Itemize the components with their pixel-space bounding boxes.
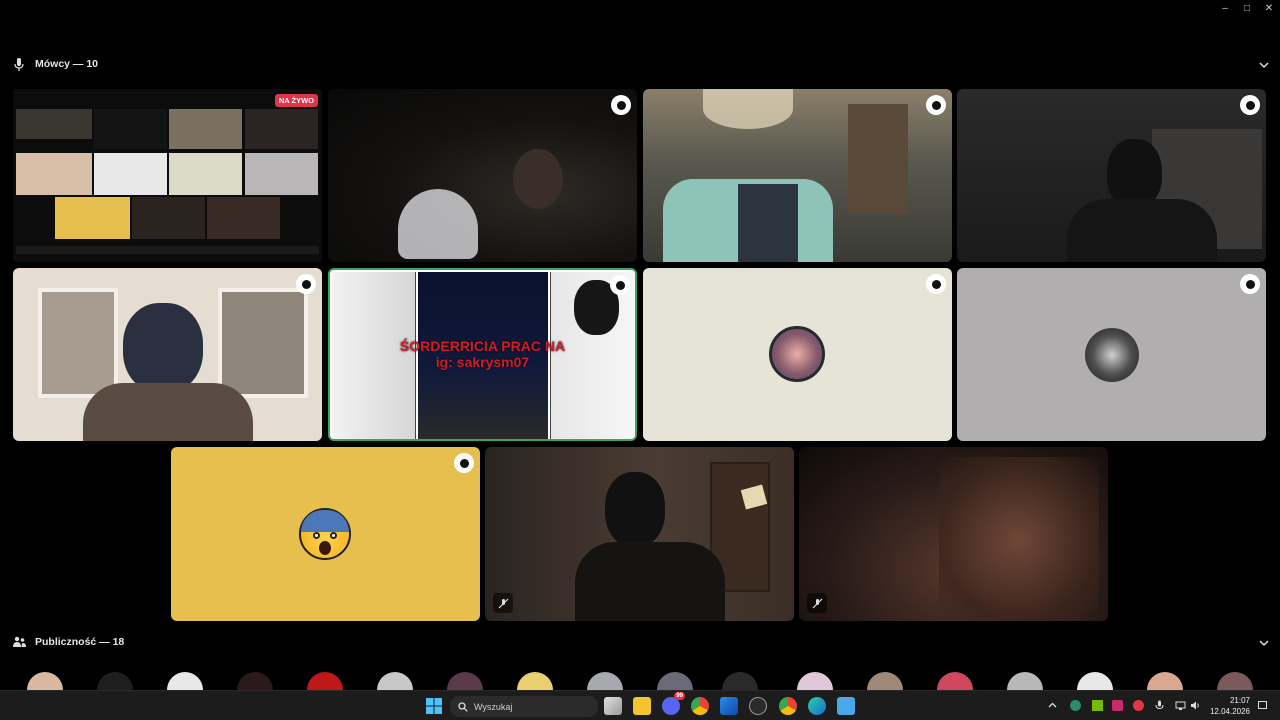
avatar[interactable]	[447, 672, 483, 690]
volume-icon[interactable]	[1190, 700, 1201, 711]
screaming-face-icon	[299, 508, 351, 560]
avatar[interactable]	[377, 672, 413, 690]
avatar[interactable]	[167, 672, 203, 690]
video-tile[interactable]	[957, 89, 1266, 262]
video-tile[interactable]	[328, 89, 637, 262]
video-tile[interactable]	[485, 447, 794, 621]
minimize-button[interactable]: –	[1214, 0, 1236, 16]
taskbar: 99 21:07 12.04.2026	[0, 690, 1280, 720]
avatar[interactable]	[587, 672, 623, 690]
steam-icon[interactable]	[749, 697, 767, 715]
avatar[interactable]	[1007, 672, 1043, 690]
shield-icon	[454, 453, 474, 473]
notification-icon[interactable]	[1257, 700, 1268, 711]
shield-icon	[611, 95, 631, 115]
avatar[interactable]	[1147, 672, 1183, 690]
shield-icon	[296, 274, 316, 294]
avatar[interactable]	[797, 672, 833, 690]
mic-muted-icon	[807, 593, 827, 613]
audience-count-label: Publiczność — 18	[35, 636, 125, 648]
clock-time: 21:07	[1229, 696, 1250, 705]
discord-icon[interactable]: 99	[662, 692, 685, 715]
network-icon[interactable]	[1175, 700, 1186, 711]
discord-notification-badge: 99	[674, 692, 685, 700]
avatar[interactable]	[517, 672, 553, 690]
video-tile[interactable]	[643, 89, 952, 262]
avatar[interactable]	[307, 672, 343, 690]
task-view-icon[interactable]	[604, 697, 622, 715]
chrome-profile-icon[interactable]	[779, 697, 797, 715]
audience-section-header[interactable]: Publiczność — 18	[0, 629, 1280, 655]
avatar[interactable]	[237, 672, 273, 690]
stream-tile[interactable]: NA ŻYWO	[13, 89, 322, 262]
tray-app-icon[interactable]	[1133, 700, 1144, 711]
avatar-tile[interactable]	[643, 268, 952, 441]
file-explorer-icon[interactable]	[633, 697, 651, 715]
video-tile[interactable]	[799, 447, 1108, 621]
shield-icon	[926, 274, 946, 294]
chevron-down-icon[interactable]	[1258, 636, 1270, 648]
avatar[interactable]	[27, 672, 63, 690]
audience-icon	[12, 635, 26, 649]
chrome-icon[interactable]	[691, 697, 709, 715]
shield-icon	[1240, 95, 1260, 115]
avatar-tile[interactable]	[171, 447, 480, 621]
close-button[interactable]: ✕	[1258, 0, 1280, 16]
overlay-caption-line1: ŚORDERRICIA PRAC NA	[399, 338, 566, 354]
taskbar-clock[interactable]: 21:07 12.04.2026	[1210, 695, 1250, 717]
clock-date: 12.04.2026	[1209, 707, 1250, 716]
live-badge: NA ŻYWO	[274, 94, 318, 107]
window-controls: – □ ✕	[1214, 0, 1280, 16]
search-input[interactable]	[474, 701, 584, 712]
taskbar-search[interactable]	[450, 696, 598, 717]
avatar[interactable]	[97, 672, 133, 690]
video-tile-active-speaker[interactable]: ŚORDERRICIA PRAC NA ig: sakrysm07	[328, 268, 637, 441]
notepad-icon[interactable]	[837, 697, 855, 715]
search-icon	[458, 701, 468, 712]
overlay-caption-line2: ig: sakrysm07	[435, 354, 530, 370]
avatar[interactable]	[867, 672, 903, 690]
avatar[interactable]	[722, 672, 758, 690]
tray-app-icon[interactable]	[1112, 700, 1123, 711]
shield-icon	[610, 275, 630, 295]
chevron-down-icon[interactable]	[1258, 58, 1270, 70]
microphone-icon	[12, 57, 26, 71]
avatar	[769, 326, 825, 382]
avatar[interactable]	[1077, 672, 1113, 690]
overlay-caption: ŚORDERRICIA PRAC NA ig: sakrysm07	[330, 338, 635, 370]
chevron-up-icon[interactable]	[1047, 700, 1058, 711]
video-tile[interactable]	[13, 268, 322, 441]
avatar	[1085, 328, 1139, 382]
photos-icon[interactable]	[720, 697, 738, 715]
windows-start-icon[interactable]	[425, 697, 443, 715]
speakers-count-label: Mówcy — 10	[35, 58, 99, 70]
shield-icon	[1240, 274, 1260, 294]
avatar[interactable]	[937, 672, 973, 690]
avatar-tile[interactable]	[957, 268, 1266, 441]
shield-icon	[926, 95, 946, 115]
audience-list	[0, 672, 1280, 690]
microphone-icon[interactable]	[1154, 700, 1165, 711]
mic-muted-icon	[493, 593, 513, 613]
edge-icon[interactable]	[808, 697, 826, 715]
maximize-button[interactable]: □	[1236, 0, 1258, 16]
avatar[interactable]	[1217, 672, 1253, 690]
speakers-section-header[interactable]: Mówcy — 10	[0, 51, 1280, 77]
tray-app-icon[interactable]	[1070, 700, 1081, 711]
nvidia-icon[interactable]	[1092, 700, 1103, 711]
avatar[interactable]	[657, 672, 693, 690]
